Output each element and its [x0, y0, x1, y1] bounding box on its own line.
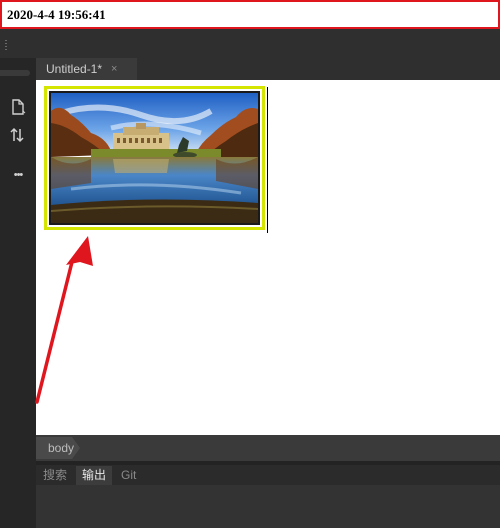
tab-title: Untitled-1*: [46, 62, 103, 76]
sort-arrows-icon[interactable]: [8, 125, 28, 145]
breadcrumb-body[interactable]: body: [36, 437, 80, 459]
tab-search[interactable]: 搜索: [37, 466, 73, 485]
grip-handle[interactable]: [5, 40, 7, 50]
landscape-photo: [51, 93, 258, 223]
output-panel: [36, 485, 500, 528]
toolbar-strip: [0, 29, 500, 58]
timestamp-bar: 2020-4-4 19:56:41: [0, 0, 500, 29]
new-file-icon[interactable]: [8, 97, 28, 117]
tab-git[interactable]: Git: [115, 466, 142, 485]
text-cursor: [267, 87, 268, 233]
status-bar: [36, 435, 500, 461]
selected-image[interactable]: [44, 86, 265, 230]
tab-output[interactable]: 输出: [76, 466, 113, 485]
sidebar-top-handle: [0, 70, 30, 76]
more-dots-icon[interactable]: •••: [8, 165, 28, 185]
tab-untitled-1[interactable]: Untitled-1* ×: [36, 58, 137, 80]
close-icon[interactable]: ×: [111, 62, 117, 76]
timestamp-text: 2020-4-4 19:56:41: [7, 7, 106, 22]
